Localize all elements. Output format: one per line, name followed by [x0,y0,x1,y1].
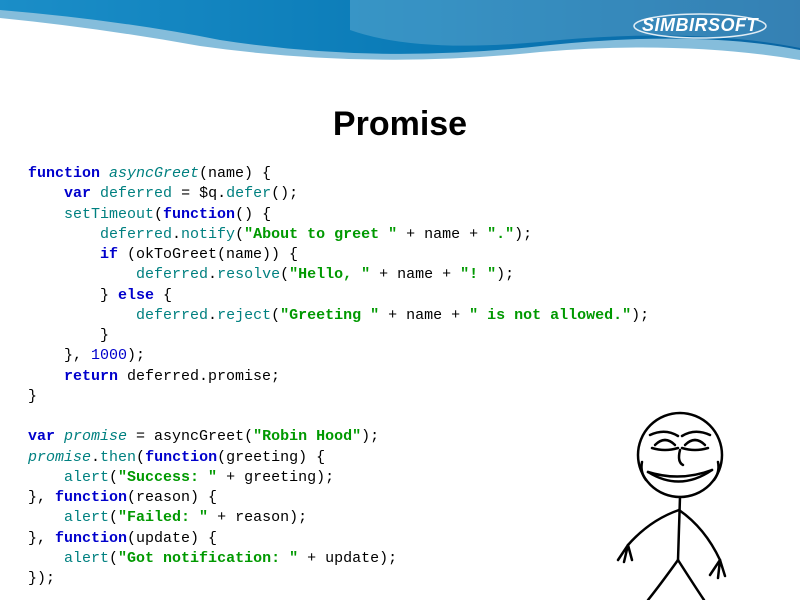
slide-title: Promise [0,105,800,144]
svg-text:SIMBIRSOFT: SIMBIRSOFT [642,15,760,35]
slide-header: SIMBIRSOFT [0,0,800,60]
meme-face [570,400,760,600]
brand-logo: SIMBIRSOFT [630,12,770,47]
